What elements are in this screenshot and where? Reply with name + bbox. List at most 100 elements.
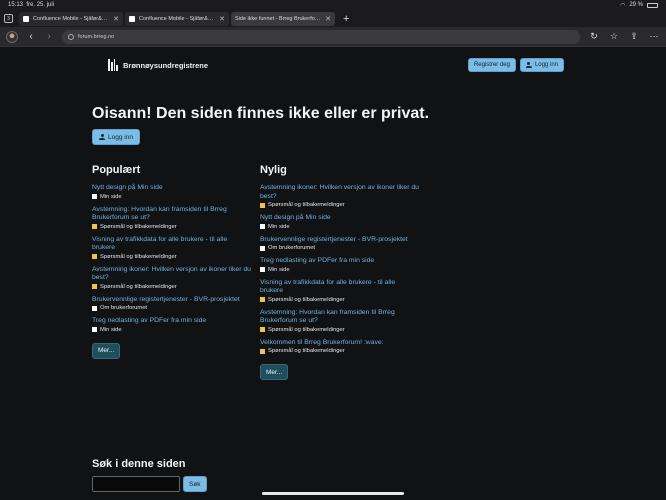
topic-category[interactable]: Spørsmål og tilbakemeldinger xyxy=(92,224,252,230)
favicon-icon xyxy=(23,15,29,22)
site-info-icon[interactable] xyxy=(68,33,74,40)
topic-list-item: Velkommen til Brreg Brukerforum! :wave: S… xyxy=(260,339,420,354)
topic-category[interactable]: Spørsmål og tilbakemeldinger xyxy=(260,327,420,333)
close-tab-icon[interactable]: ✕ xyxy=(113,15,119,23)
topic-link[interactable]: Brukervennlige registertjenester - BVR-p… xyxy=(92,296,252,305)
category-label: Spørsmål og tilbakemeldinger xyxy=(268,202,345,208)
register-button[interactable]: Registrer deg xyxy=(467,58,516,72)
topic-list-item: Avstemning: Hvordan kan framsiden til Br… xyxy=(260,309,420,333)
favicon-icon xyxy=(129,15,135,22)
topic-link[interactable]: Treg nedlasting av PDFer fra min side xyxy=(92,317,252,326)
login-button[interactable]: Logg inn xyxy=(92,129,140,145)
tab-count-button[interactable]: 3 xyxy=(4,14,13,23)
topic-list-item: Avstemning ikoner: Hvilken versjon av ik… xyxy=(260,184,420,208)
user-icon xyxy=(99,134,105,140)
browser-tab-1[interactable]: Confluence Mobile - Sjåfør&Settings ✕ xyxy=(19,11,123,26)
topic-link[interactable]: Brukervennlige registertjenester - BVR-p… xyxy=(260,236,420,245)
popular-more-button[interactable]: Mer... xyxy=(92,342,121,359)
close-tab-icon[interactable]: ✕ xyxy=(219,15,225,23)
search-button[interactable]: Søk xyxy=(183,476,207,492)
browser-tab-3[interactable]: Side ikke funnet - Brreg Brukerforum ✕ xyxy=(231,11,335,26)
close-tab-icon[interactable]: ✕ xyxy=(325,15,331,23)
new-tab-icon[interactable]: + xyxy=(343,13,349,25)
back-icon[interactable]: ‹ xyxy=(26,31,36,42)
topic-link[interactable]: Nytt design på Min side xyxy=(260,214,420,223)
search-heading: Søk i denne siden xyxy=(92,458,186,470)
site-logo[interactable]: Brønnøysundregistrene xyxy=(108,59,208,71)
header-login-button[interactable]: Logg inn xyxy=(519,58,564,72)
url-text: forum.brreg.no xyxy=(78,33,115,40)
topic-category[interactable]: Spørsmål og tilbakemeldinger xyxy=(260,348,420,354)
user-icon xyxy=(525,62,532,68)
search-input[interactable] xyxy=(92,476,180,492)
topic-category[interactable]: Min side xyxy=(92,327,252,333)
status-time: 15:13 xyxy=(8,2,24,8)
category-color-icon xyxy=(92,224,97,229)
tab-label: Confluence Mobile - Sjåfør&Settings xyxy=(139,15,215,22)
topic-category[interactable]: Spørsmål og tilbakemeldinger xyxy=(260,202,420,208)
topic-link[interactable]: Avstemning ikoner: Hvilken versjon av ik… xyxy=(260,184,420,201)
address-bar-row: ‹ › forum.brreg.no ↻ ☆ ⇪ ⋯ xyxy=(0,27,666,47)
browser-tab-2[interactable]: Confluence Mobile - Sjåfør&Settings ✕ xyxy=(125,11,229,26)
topic-link[interactable]: Avstemning: Hvordan kan framsiden til Br… xyxy=(92,206,252,223)
category-label: Spørsmål og tilbakemeldinger xyxy=(268,296,345,303)
recent-heading: Nylig xyxy=(260,164,287,176)
reload-icon[interactable]: ↻ xyxy=(588,31,600,42)
topic-category[interactable]: Min side xyxy=(260,267,420,273)
category-color-icon xyxy=(260,202,265,208)
topic-category[interactable]: Om brukerforumet xyxy=(92,305,252,311)
bookmark-icon[interactable]: ☆ xyxy=(608,31,620,42)
site-header: Brønnøysundregistrene Registrer deg Logg… xyxy=(108,55,564,75)
browser-tab-bar: 3 Confluence Mobile - Sjåfør&Settings ✕ … xyxy=(0,10,666,27)
topic-link[interactable]: Visning av trafikkdata for alle brukere … xyxy=(260,279,420,296)
category-label: Spørsmål og tilbakemeldinger xyxy=(268,326,345,333)
page-content: Brønnøysundregistrene Registrer deg Logg… xyxy=(0,47,666,500)
topic-link[interactable]: Avstemning ikoner: Hvilken versjon av ik… xyxy=(92,266,252,283)
topic-link[interactable]: Avstemning: Hvordan kan framsiden til Br… xyxy=(260,309,420,326)
category-color-icon xyxy=(260,267,265,272)
login-label: Logg inn xyxy=(534,62,558,68)
category-label: Spørsmål og tilbakemeldinger xyxy=(100,223,177,230)
topic-category[interactable]: Min side xyxy=(92,194,252,200)
topic-link[interactable]: Nytt design på Min side xyxy=(92,184,252,193)
tab-label: Confluence Mobile - Sjåfør&Settings xyxy=(33,15,109,22)
topic-link[interactable]: Treg nedlasting av PDFer fra min side xyxy=(260,257,420,266)
url-field[interactable]: forum.brreg.no xyxy=(62,29,580,44)
topic-list-item: Brukervennlige registertjenester - BVR-p… xyxy=(260,236,420,251)
page-title: Oisann! Den siden finnes ikke eller er p… xyxy=(92,105,430,122)
topic-category[interactable]: Om brukerforumet xyxy=(260,245,420,251)
topic-list-item: Nytt design på Min side Min side xyxy=(92,184,252,200)
recent-more-button[interactable]: Mer... xyxy=(260,364,289,380)
category-color-icon xyxy=(260,327,265,332)
login-label: Logg inn xyxy=(108,133,133,141)
topic-link[interactable]: Velkommen til Brreg Brukerforum! :wave: xyxy=(260,339,420,348)
logo-text: Brønnøysundregistrene xyxy=(123,60,209,70)
category-color-icon xyxy=(92,327,97,332)
home-indicator[interactable] xyxy=(262,492,404,495)
category-label: Min side xyxy=(100,326,122,333)
share-icon[interactable]: ⇪ xyxy=(628,31,640,42)
topic-list-item: Brukervennlige registertjenester - BVR-p… xyxy=(92,296,252,311)
more-menu-icon[interactable]: ⋯ xyxy=(648,31,660,42)
topic-link[interactable]: Visning av trafikkdata for alle brukere … xyxy=(92,236,252,253)
search-form: Søk xyxy=(92,476,207,492)
topic-category[interactable]: Min side xyxy=(260,224,420,230)
topic-category[interactable]: Spørsmål og tilbakemeldinger xyxy=(92,254,252,260)
topic-category[interactable]: Spørsmål og tilbakemeldinger xyxy=(260,297,420,303)
category-color-icon xyxy=(92,194,97,199)
topic-list-item: Nytt design på Min side Min side xyxy=(260,214,420,230)
wifi-icon: ◠ xyxy=(620,2,626,9)
topic-list-item: Visning av trafikkdata for alle brukere … xyxy=(92,236,252,260)
topic-list-item: Avstemning: Hvordan kan framsiden til Br… xyxy=(92,206,252,230)
forward-icon[interactable]: › xyxy=(44,31,54,42)
popular-column: Populært Nytt design på Min side Min side… xyxy=(92,164,252,359)
category-label: Spørsmål og tilbakemeldinger xyxy=(100,253,177,260)
popular-heading: Populært xyxy=(92,164,141,176)
battery-icon xyxy=(647,2,658,8)
topic-category[interactable]: Spørsmål og tilbakemeldinger xyxy=(92,284,252,290)
battery-percent: 29 % xyxy=(629,2,643,8)
profile-avatar[interactable] xyxy=(6,30,18,43)
recent-column: Nylig Avstemning ikoner: Hvilken versjon… xyxy=(260,164,420,380)
category-color-icon xyxy=(92,254,97,259)
tab-label: Side ikke funnet - Brreg Brukerforum xyxy=(235,15,322,22)
